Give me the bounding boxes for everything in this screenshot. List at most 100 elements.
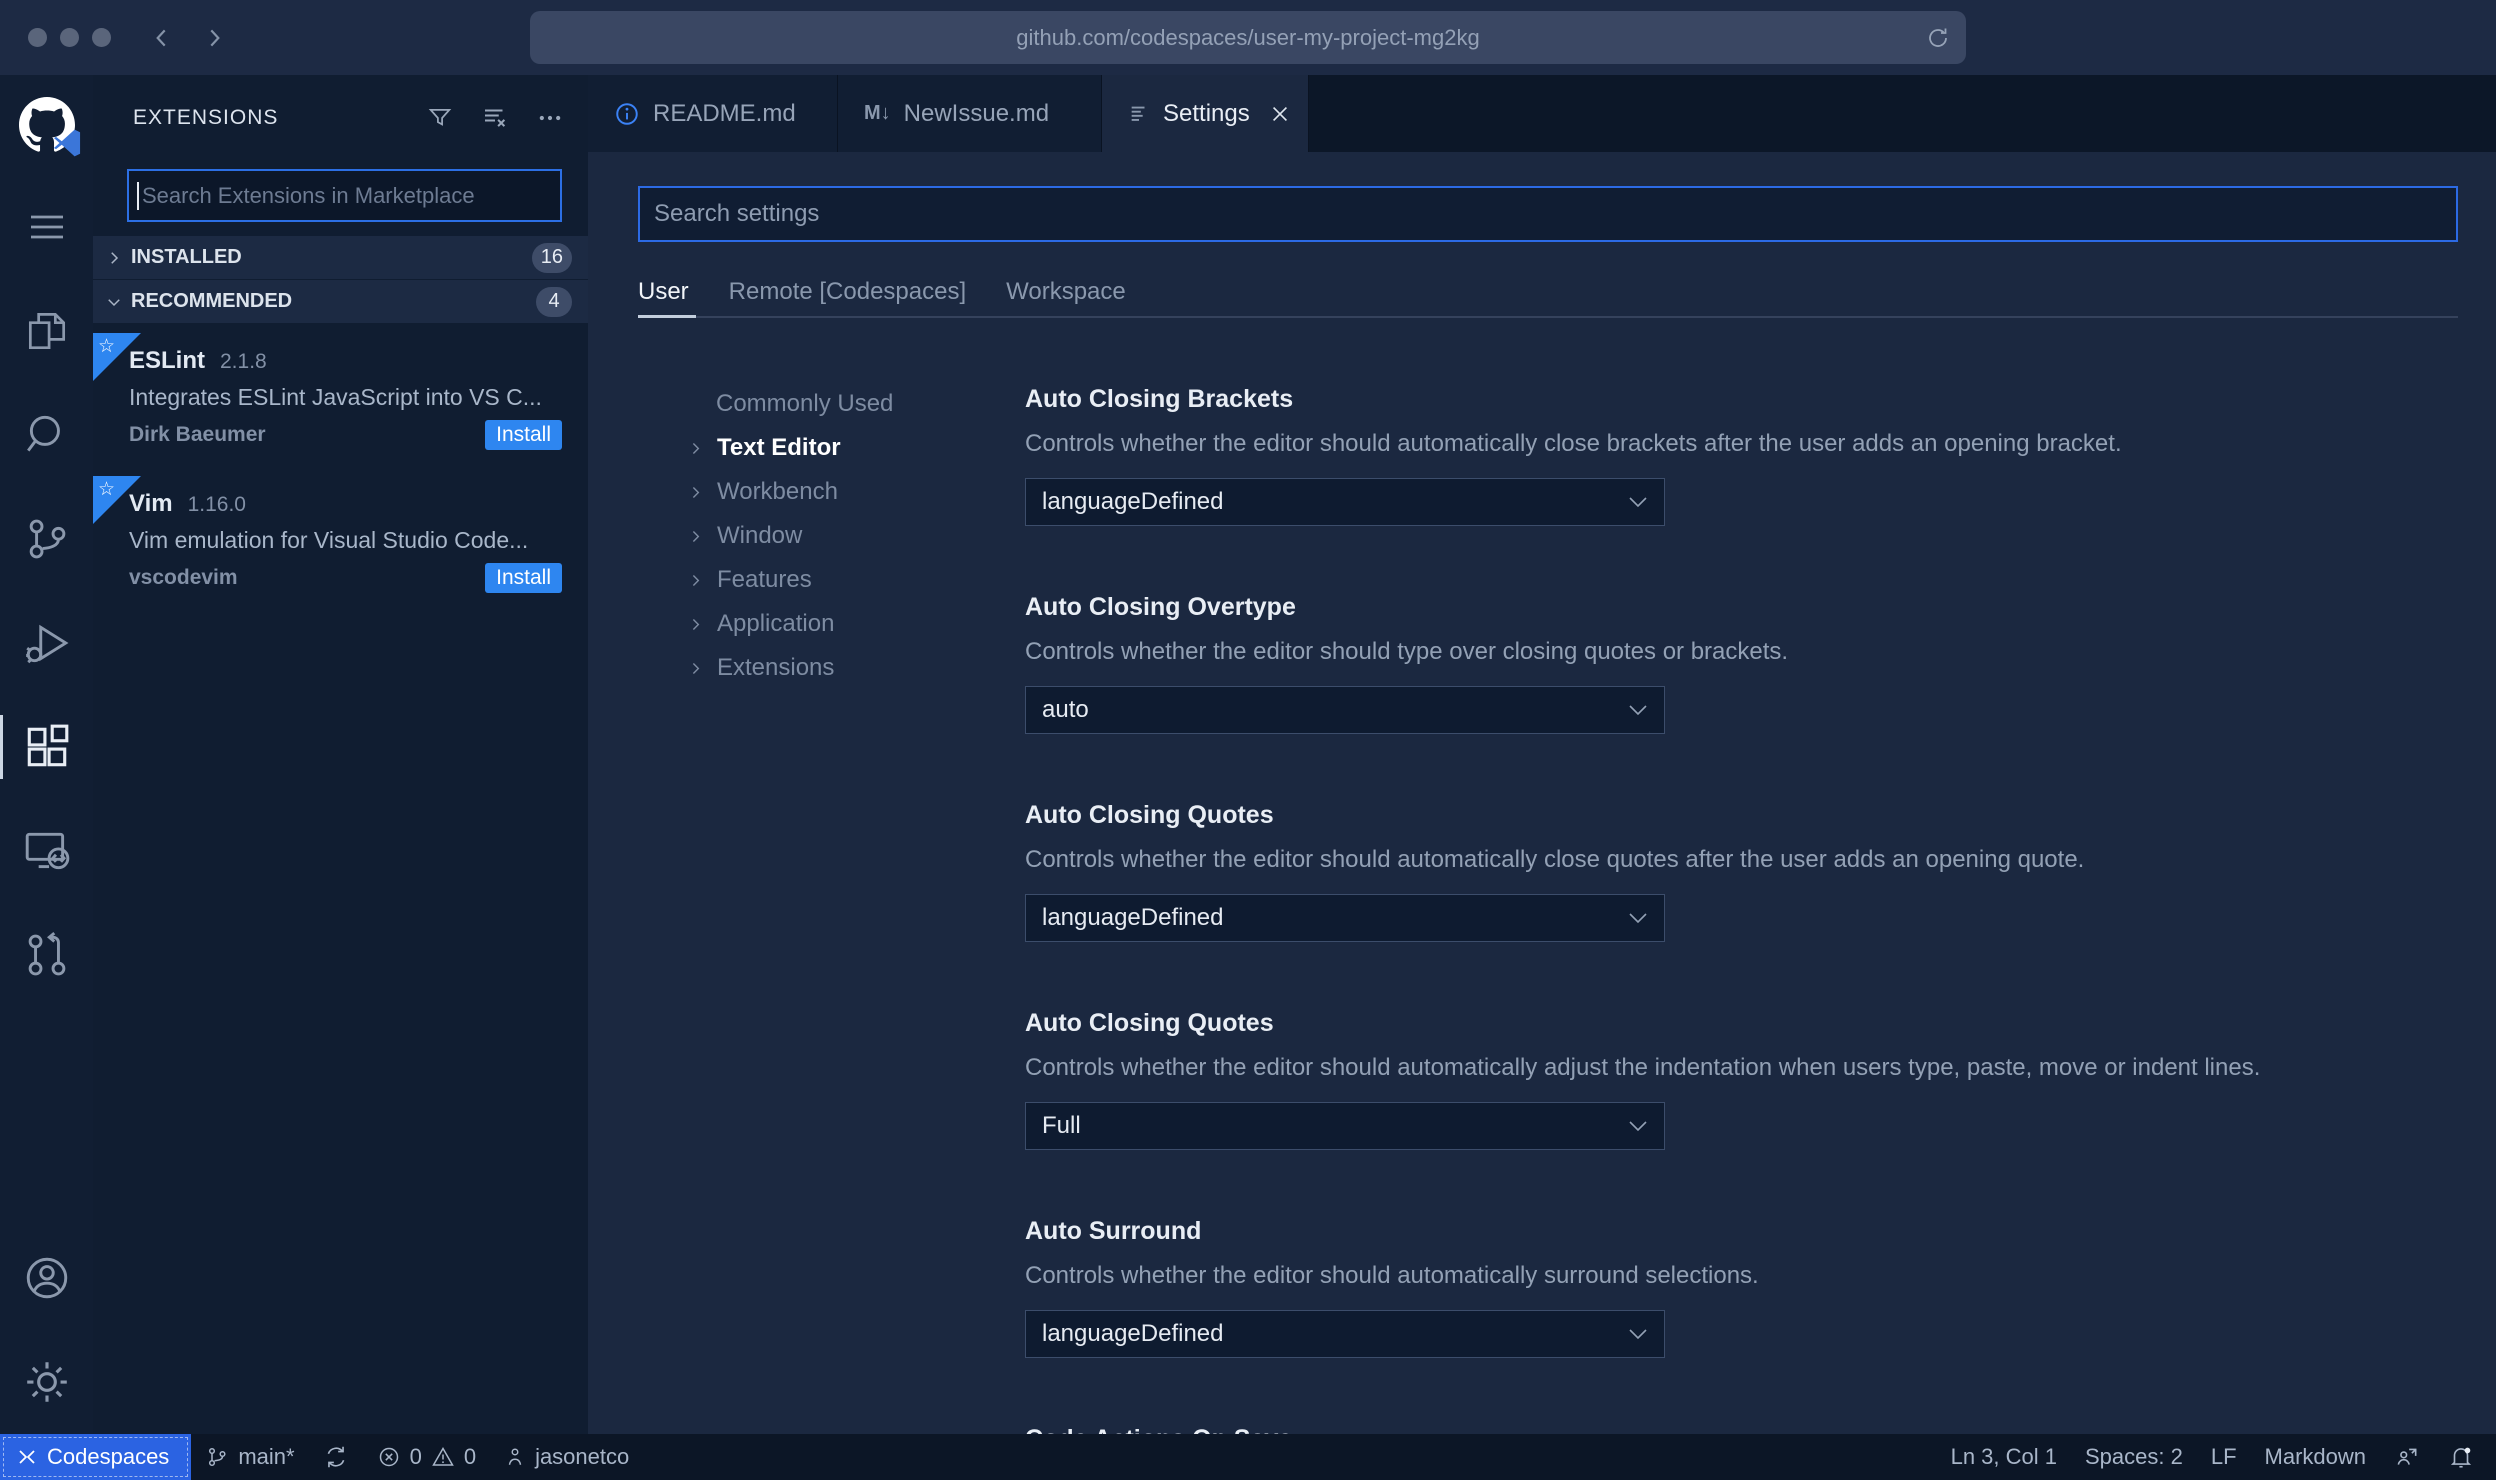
scope-tab-workspace[interactable]: Workspace <box>1006 278 1126 316</box>
settings-search-input[interactable] <box>638 186 2458 242</box>
section-label: RECOMMENDED <box>131 290 293 312</box>
search-icon[interactable] <box>0 383 93 487</box>
scope-tab-remote[interactable]: Remote [Codespaces] <box>729 278 966 316</box>
tab-label: README.md <box>653 99 796 127</box>
settings-gear-icon[interactable] <box>0 1330 93 1434</box>
scope-tab-user[interactable]: User <box>638 278 689 316</box>
browser-back-icon[interactable] <box>149 25 175 51</box>
extensions-icon[interactable] <box>0 695 93 799</box>
recommended-star-icon: ☆ <box>93 476 141 524</box>
codespaces-status-button[interactable]: Codespaces <box>0 1434 192 1480</box>
active-scope-indicator <box>638 315 696 318</box>
notifications-bell-icon[interactable] <box>2434 1434 2488 1480</box>
setting-item: Auto Closing Quotes Controls whether the… <box>1025 1006 2458 1150</box>
problems-status-item[interactable]: 0 0 <box>363 1434 491 1480</box>
extension-search-input[interactable] <box>141 182 560 209</box>
setting-dropdown[interactable]: auto <box>1025 686 1665 734</box>
settings-editor-icon <box>1128 103 1150 125</box>
toc-item-window[interactable]: Window <box>687 514 1025 558</box>
extension-list-item[interactable]: ☆ ESLint 2.1.8 Integrates ESLint JavaScr… <box>93 333 588 466</box>
tab-newissue[interactable]: M↓ NewIssue.md <box>838 75 1102 152</box>
setting-item: Auto Closing Overtype Controls whether t… <box>1025 590 2458 734</box>
setting-dropdown[interactable]: languageDefined <box>1025 894 1665 942</box>
settings-toc: Commonly Used Text Editor Workbench Wind… <box>638 382 1025 1434</box>
extension-search-box[interactable] <box>127 169 562 222</box>
extension-publisher: vscodevim <box>129 566 238 589</box>
extension-description: Vim emulation for Visual Studio Code... <box>129 527 529 553</box>
window-minimize-button[interactable] <box>60 28 79 47</box>
chevron-down-icon <box>1628 1120 1648 1132</box>
recommended-star-icon: ☆ <box>93 333 141 381</box>
tab-settings[interactable]: Settings <box>1102 75 1309 152</box>
setting-dropdown[interactable]: languageDefined <box>1025 1310 1665 1358</box>
extension-version: 1.16.0 <box>187 493 246 516</box>
toc-item-features[interactable]: Features <box>687 558 1025 602</box>
chevron-right-icon <box>687 528 704 545</box>
close-icon[interactable] <box>1269 103 1291 125</box>
toc-item-commonly-used[interactable]: Commonly Used <box>687 382 1025 426</box>
more-actions-icon[interactable] <box>536 103 564 133</box>
browser-chrome: github.com/codespaces/user-my-project-mg… <box>0 0 2496 75</box>
source-control-icon[interactable] <box>0 487 93 591</box>
pull-requests-icon[interactable] <box>0 903 93 1007</box>
setting-title: Auto Surround <box>1025 1217 1202 1245</box>
toc-item-extensions[interactable]: Extensions <box>687 646 1025 690</box>
window-controls[interactable] <box>28 28 111 47</box>
status-bar: Codespaces main* 0 0 jasonetco Ln 3, Col… <box>0 1434 2496 1480</box>
window-maximize-button[interactable] <box>92 28 111 47</box>
remote-icon <box>14 1445 38 1469</box>
setting-dropdown[interactable]: languageDefined <box>1025 478 1665 526</box>
setting-dropdown[interactable]: Full <box>1025 1102 1665 1150</box>
setting-value: languageDefined <box>1042 1320 1224 1347</box>
tab-label: Settings <box>1163 99 1250 127</box>
chevron-down-icon <box>1628 704 1648 716</box>
window-close-button[interactable] <box>28 28 47 47</box>
menu-icon[interactable] <box>0 175 93 279</box>
run-debug-icon[interactable] <box>0 591 93 695</box>
toc-item-workbench[interactable]: Workbench <box>687 470 1025 514</box>
tab-label: NewIssue.md <box>903 99 1050 127</box>
clear-extension-search-icon[interactable] <box>480 103 510 133</box>
extension-list-item[interactable]: ☆ Vim 1.16.0 Vim emulation for Visual St… <box>93 476 588 609</box>
setting-description: Controls whether the editor should type … <box>1025 638 1789 665</box>
account-icon[interactable] <box>0 1226 93 1330</box>
user-status-item[interactable]: jasonetco <box>490 1434 643 1480</box>
eol-item[interactable]: LF <box>2197 1434 2251 1480</box>
indentation-item[interactable]: Spaces: 2 <box>2071 1434 2197 1480</box>
sync-status-item[interactable] <box>309 1434 363 1480</box>
setting-item: Code Actions On Save <box>1025 1422 2458 1434</box>
language-mode-item[interactable]: Markdown <box>2251 1434 2380 1480</box>
error-count: 0 <box>409 1444 422 1469</box>
info-icon <box>614 101 640 127</box>
toc-item-application[interactable]: Application <box>687 602 1025 646</box>
setting-description: Controls whether the editor should autom… <box>1025 430 2122 457</box>
tab-readme[interactable]: README.md <box>588 75 838 152</box>
install-button[interactable]: Install <box>485 563 562 593</box>
setting-description: Controls whether the editor should autom… <box>1025 1262 1759 1289</box>
chevron-down-icon <box>1628 496 1648 508</box>
activity-bar <box>0 75 93 1434</box>
feedback-icon[interactable] <box>2380 1434 2434 1480</box>
section-installed[interactable]: INSTALLED 16 <box>93 236 588 279</box>
explorer-icon[interactable] <box>0 279 93 383</box>
remote-explorer-icon[interactable] <box>0 799 93 903</box>
setting-value: languageDefined <box>1042 488 1224 515</box>
chevron-right-icon <box>687 572 704 589</box>
toc-item-text-editor[interactable]: Text Editor <box>687 426 1025 470</box>
warning-icon <box>431 1445 455 1469</box>
error-icon <box>377 1445 401 1469</box>
sidebar-title: EXTENSIONS <box>133 106 279 129</box>
extension-version: 2.1.8 <box>220 350 267 373</box>
chevron-right-icon <box>687 440 704 457</box>
cursor-position-item[interactable]: Ln 3, Col 1 <box>1937 1434 2071 1480</box>
text-cursor <box>137 181 139 210</box>
tab-bar: README.md M↓ NewIssue.md Settings <box>588 75 2496 152</box>
branch-status-item[interactable]: main* <box>191 1434 308 1480</box>
browser-forward-icon[interactable] <box>201 25 227 51</box>
reload-icon[interactable] <box>1926 26 1950 50</box>
section-recommended[interactable]: RECOMMENDED 4 <box>93 280 588 323</box>
install-button[interactable]: Install <box>485 420 562 450</box>
address-bar[interactable]: github.com/codespaces/user-my-project-mg… <box>530 11 1966 64</box>
filter-icon[interactable] <box>426 103 454 133</box>
vscode-logo-icon <box>53 129 81 157</box>
